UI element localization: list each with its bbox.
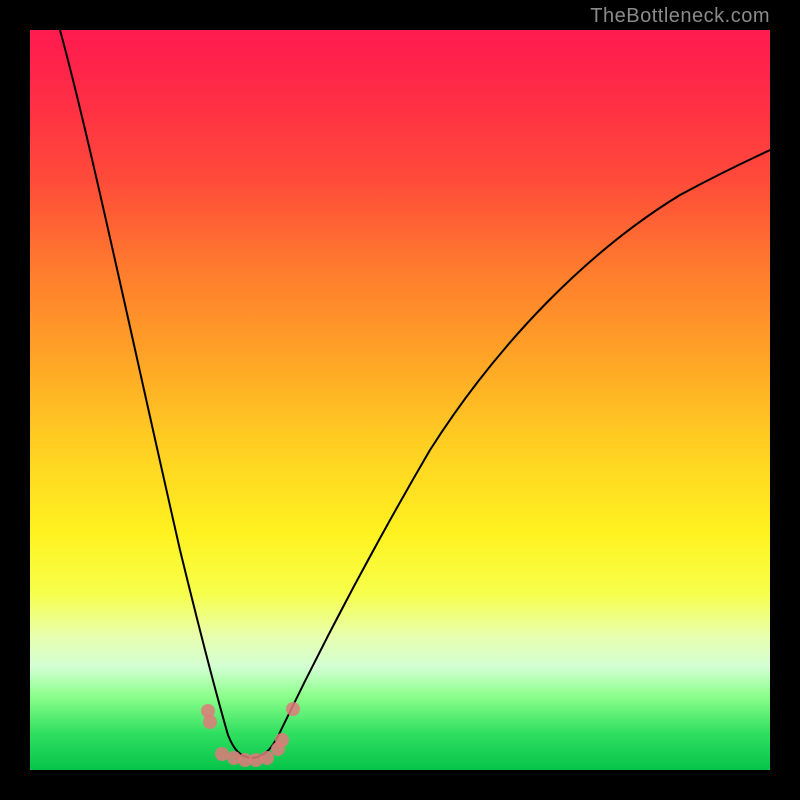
marker-group bbox=[201, 702, 300, 767]
watermark-text: TheBottleneck.com bbox=[590, 6, 770, 26]
marker-dot bbox=[286, 702, 300, 716]
marker-dot bbox=[275, 733, 289, 747]
marker-dot bbox=[203, 715, 217, 729]
marker-dot bbox=[215, 747, 229, 761]
marker-dot bbox=[260, 751, 274, 765]
chart-svg bbox=[30, 30, 770, 770]
outer-frame: TheBottleneck.com bbox=[0, 0, 800, 800]
curve-path bbox=[60, 30, 770, 758]
